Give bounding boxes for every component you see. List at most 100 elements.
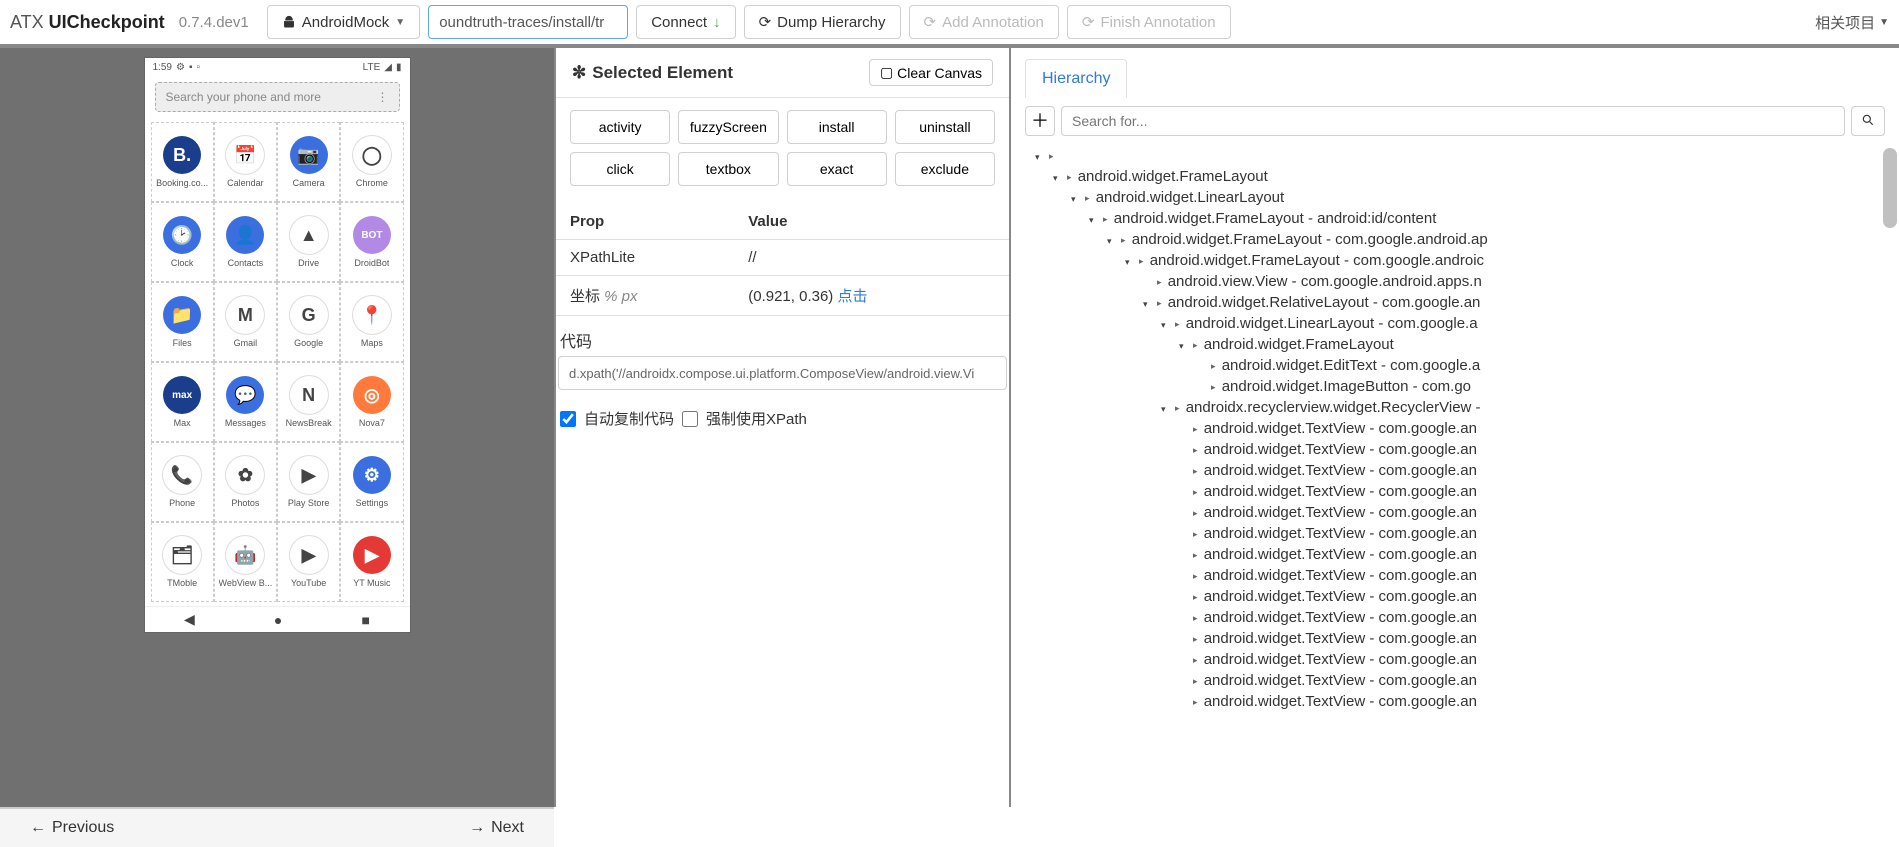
clear-canvas-button[interactable]: ▢ Clear Canvas: [869, 59, 993, 86]
recent-icon[interactable]: ■: [361, 612, 369, 628]
install-button[interactable]: install: [787, 110, 887, 144]
app-gmail[interactable]: MGmail: [214, 282, 277, 362]
vertical-scrollbar[interactable]: [1883, 148, 1897, 228]
app-maps[interactable]: 📍Maps: [340, 282, 403, 362]
related-projects-menu[interactable]: 相关项目 ▼: [1815, 12, 1889, 33]
autocopy-checkbox[interactable]: [560, 411, 576, 427]
forcexpath-label: 强制使用XPath: [706, 408, 807, 429]
app-contacts[interactable]: 👤Contacts: [214, 202, 277, 282]
expand-toggle-icon[interactable]: ▾: [1143, 294, 1157, 314]
app-calendar[interactable]: 📅Calendar: [214, 122, 277, 202]
tree-node[interactable]: android.widget.TextView - com.google.an: [1035, 650, 1889, 671]
phone-search-box[interactable]: Search your phone and more ⋮: [155, 82, 400, 112]
tree-node[interactable]: android.widget.TextView - com.google.an: [1035, 692, 1889, 713]
expand-toggle-icon[interactable]: ▾: [1053, 168, 1067, 188]
tree-node[interactable]: android.widget.TextView - com.google.an: [1035, 545, 1889, 566]
tree-node[interactable]: android.view.View - com.google.android.a…: [1035, 272, 1889, 293]
tree-node[interactable]: android.widget.ImageButton - com.go: [1035, 377, 1889, 398]
app-bookingco[interactable]: B.Booking.co...: [151, 122, 214, 202]
app-newsbreak[interactable]: NNewsBreak: [277, 362, 340, 442]
click-button[interactable]: click: [570, 152, 670, 186]
tree-node[interactable]: android.widget.TextView - com.google.an: [1035, 461, 1889, 482]
app-messages[interactable]: 💬Messages: [214, 362, 277, 442]
tree-node[interactable]: ▾ android.widget.FrameLayout - android:i…: [1035, 209, 1889, 230]
tree-node[interactable]: android.widget.TextView - com.google.an: [1035, 566, 1889, 587]
tree-node[interactable]: ▾ android.widget.RelativeLayout - com.go…: [1035, 293, 1889, 314]
tree-node[interactable]: ▾ android.widget.FrameLayout: [1035, 335, 1889, 356]
app-google[interactable]: GGoogle: [277, 282, 340, 362]
expand-toggle-icon[interactable]: ▾: [1035, 147, 1049, 167]
app-icon: 📷: [290, 136, 328, 174]
app-playstore[interactable]: ▶Play Store: [277, 442, 340, 522]
phone-frame[interactable]: 1:59 ⚙ ▪ ▫ LTE ◢ ▮ Search your phone and…: [145, 58, 410, 632]
tree-node[interactable]: android.widget.TextView - com.google.an: [1035, 671, 1889, 692]
app-droidbot[interactable]: BOTDroidBot: [340, 202, 403, 282]
tab-hierarchy[interactable]: Hierarchy: [1025, 59, 1127, 98]
tree-node[interactable]: ▾ android.widget.LinearLayout - com.goog…: [1035, 314, 1889, 335]
tree-node[interactable]: ▾ androidx.recyclerview.widget.RecyclerV…: [1035, 398, 1889, 419]
tree-node[interactable]: ▾: [1035, 146, 1889, 167]
app-tmoble[interactable]: 🗂TMoble: [151, 522, 214, 602]
tree-node[interactable]: android.widget.EditText - com.google.a: [1035, 356, 1889, 377]
tree-node[interactable]: ▾ android.widget.FrameLayout: [1035, 167, 1889, 188]
activity-button[interactable]: activity: [570, 110, 670, 144]
tree-node[interactable]: android.widget.TextView - com.google.an: [1035, 419, 1889, 440]
tree-node[interactable]: android.widget.TextView - com.google.an: [1035, 524, 1889, 545]
expand-toggle-icon[interactable]: ▾: [1107, 231, 1121, 251]
app-chrome[interactable]: ◯Chrome: [340, 122, 403, 202]
app-camera[interactable]: 📷Camera: [277, 122, 340, 202]
tree-node[interactable]: android.widget.TextView - com.google.an: [1035, 503, 1889, 524]
device-path-input[interactable]: [428, 5, 628, 39]
device-selector[interactable]: AndroidMock ▼: [267, 5, 420, 39]
hierarchy-tree[interactable]: ▾ ▾ android.widget.FrameLayout▾ android.…: [1011, 144, 1899, 723]
tree-node[interactable]: android.widget.TextView - com.google.an: [1035, 608, 1889, 629]
tree-node[interactable]: android.widget.TextView - com.google.an: [1035, 440, 1889, 461]
textbox-button[interactable]: textbox: [678, 152, 778, 186]
app-clock[interactable]: 🕑Clock: [151, 202, 214, 282]
uninstall-button[interactable]: uninstall: [895, 110, 995, 144]
back-icon[interactable]: ◀: [184, 611, 195, 628]
app-phone[interactable]: 📞Phone: [151, 442, 214, 522]
forcexpath-checkbox[interactable]: [682, 411, 698, 427]
expand-toggle-icon[interactable]: ▾: [1089, 210, 1103, 230]
tree-node[interactable]: ▾ android.widget.FrameLayout - com.googl…: [1035, 251, 1889, 272]
expand-toggle-icon[interactable]: ▾: [1179, 336, 1193, 356]
app-label: TMoble: [167, 578, 197, 588]
expand-toggle-icon[interactable]: ▾: [1161, 399, 1175, 419]
app-webviewb[interactable]: 🤖WebView B...: [214, 522, 277, 602]
app-ytmusic[interactable]: ▶YT Music: [340, 522, 403, 602]
previous-label: Previous: [52, 819, 114, 837]
expand-toggle-icon[interactable]: ▾: [1071, 189, 1085, 209]
expand-toggle-icon[interactable]: ▾: [1125, 252, 1139, 272]
app-settings[interactable]: ⚙Settings: [340, 442, 403, 522]
exact-button[interactable]: exact: [787, 152, 887, 186]
finish-annotation-button[interactable]: ⟳ Finish Annotation: [1067, 5, 1231, 39]
search-button[interactable]: [1851, 106, 1885, 136]
next-button[interactable]: → Next: [439, 819, 554, 837]
app-photos[interactable]: ✿Photos: [214, 442, 277, 522]
app-drive[interactable]: ▲Drive: [277, 202, 340, 282]
app-max[interactable]: maxMax: [151, 362, 214, 442]
dump-hierarchy-button[interactable]: ⟳ Dump Hierarchy: [744, 5, 901, 39]
add-node-button[interactable]: ＋: [1025, 106, 1055, 136]
tree-node[interactable]: ▾ android.widget.FrameLayout - com.googl…: [1035, 230, 1889, 251]
app-nova7[interactable]: ◎Nova7: [340, 362, 403, 442]
tree-node[interactable]: android.widget.TextView - com.google.an: [1035, 629, 1889, 650]
app-files[interactable]: 📁Files: [151, 282, 214, 362]
tree-node[interactable]: android.widget.TextView - com.google.an: [1035, 482, 1889, 503]
home-icon[interactable]: ●: [274, 612, 282, 628]
node-label: android.widget.TextView - com.google.an: [1200, 420, 1477, 437]
exclude-button[interactable]: exclude: [895, 152, 995, 186]
fuzzyScreen-button[interactable]: fuzzyScreen: [678, 110, 778, 144]
previous-button[interactable]: ← Previous: [0, 819, 144, 837]
connect-button[interactable]: Connect ↓: [636, 5, 735, 39]
app-youtube[interactable]: ▶YouTube: [277, 522, 340, 602]
crosshair-icon: ✼: [572, 63, 586, 83]
click-link[interactable]: 点击: [837, 288, 867, 305]
hierarchy-search-input[interactable]: [1061, 106, 1845, 136]
tree-node[interactable]: android.widget.TextView - com.google.an: [1035, 587, 1889, 608]
code-input[interactable]: [558, 356, 1007, 390]
add-annotation-button[interactable]: ⟳ Add Annotation: [909, 5, 1059, 39]
tree-node[interactable]: ▾ android.widget.LinearLayout: [1035, 188, 1889, 209]
expand-toggle-icon[interactable]: ▾: [1161, 315, 1175, 335]
